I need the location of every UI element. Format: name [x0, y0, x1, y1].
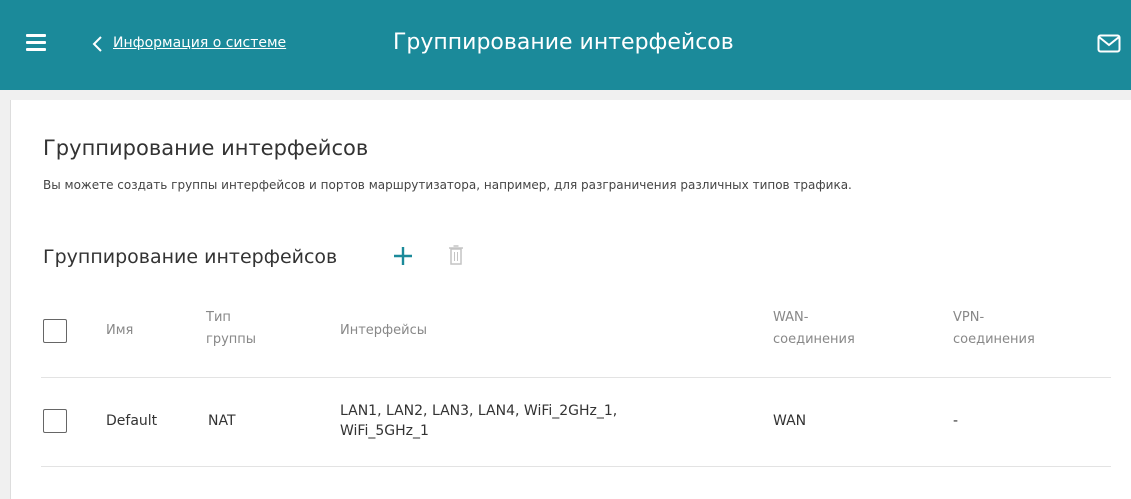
- section-title: Группирование интерфейсов: [43, 136, 369, 160]
- section-description: Вы можете создать группы интерфейсов и п…: [43, 178, 852, 192]
- column-header-type-line1: Тип: [206, 310, 231, 325]
- column-header-type-line2: группы: [206, 332, 257, 347]
- select-all-checkbox[interactable]: [43, 319, 67, 343]
- table-title: Группирование интерфейсов: [43, 246, 338, 268]
- trash-icon[interactable]: [448, 244, 464, 266]
- header-divider: [41, 377, 1111, 378]
- content-panel: Группирование интерфейсов Вы можете созд…: [10, 100, 1131, 499]
- row-type: NAT: [208, 413, 236, 429]
- mail-icon[interactable]: [1097, 34, 1121, 53]
- page-title: Группирование интерфейсов: [393, 30, 734, 55]
- column-header-vpn-line2: соединения: [953, 332, 1035, 347]
- chevron-left-icon[interactable]: [90, 33, 106, 55]
- menu-icon[interactable]: [26, 34, 46, 51]
- row-vpn: -: [953, 413, 959, 429]
- row-name[interactable]: Default: [106, 412, 157, 431]
- row-interfaces-line2: WiFi_5GHz_1: [340, 423, 429, 439]
- row-interfaces-line1: LAN1, LAN2, LAN3, LAN4, WiFi_2GHz_1,: [340, 403, 618, 419]
- back-link[interactable]: Информация о системе: [113, 35, 286, 51]
- top-bar: Информация о системе Группирование интер…: [0, 0, 1131, 90]
- column-header-name: Имя: [106, 323, 134, 338]
- row-divider: [41, 466, 1111, 467]
- column-header-wan-line1: WAN-: [773, 310, 809, 325]
- column-header-vpn-line1: VPN-: [953, 310, 985, 325]
- row-checkbox[interactable]: [43, 409, 67, 433]
- column-header-interfaces: Интерфейсы: [340, 323, 428, 338]
- plus-icon[interactable]: [392, 245, 414, 267]
- row-wan: WAN: [773, 413, 807, 429]
- column-header-wan-line2: соединения: [773, 332, 855, 347]
